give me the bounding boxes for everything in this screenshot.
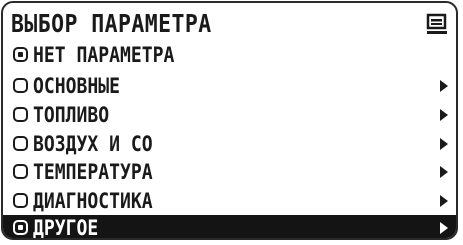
menu-item-label: ТОПЛИВО (33, 103, 110, 127)
radio-icon (13, 136, 28, 151)
menu-item-label: ОСНОВНЫЕ (33, 74, 120, 98)
submenu-arrow-icon (440, 166, 448, 178)
submenu-arrow-icon (440, 222, 448, 234)
radio-icon (13, 164, 28, 179)
title-bar: ВЫБОР ПАРАМЕТРА (9, 9, 448, 39)
radio-icon (13, 107, 28, 122)
menu-item-air-co[interactable]: ВОЗДУХ И СО (7, 131, 452, 157)
menu-item-basic[interactable]: ОСНОВНЫЕ (7, 73, 452, 99)
submenu-arrow-icon (440, 138, 448, 150)
radio-icon (13, 78, 28, 93)
radio-icon (13, 193, 28, 208)
menu-item-temperature[interactable]: ТЕМПЕРАТУРА (7, 159, 452, 185)
page-title: ВЫБОР ПАРАМЕТРА (11, 9, 212, 38)
submenu-arrow-icon (440, 80, 448, 92)
menu-item-label: ВОЗДУХ И СО (33, 132, 153, 156)
submenu-arrow-icon (440, 109, 448, 121)
menu-item-label: ДРУГОЕ (33, 216, 99, 240)
menu-item-label: ДИАГНОСТИКА (33, 189, 153, 213)
lcd-screen: ВЫБОР ПАРАМЕТРА НЕТ ПАРАМЕТРА ОСНОВНЫЕ Т… (1, 1, 458, 240)
menu-list-icon[interactable] (426, 13, 448, 35)
radio-checked-icon (13, 220, 28, 235)
menu-item-label: ТЕМПЕРАТУРА (33, 160, 153, 184)
menu-item-no-parameter[interactable]: НЕТ ПАРАМЕТРА (7, 42, 452, 68)
menu-item-label: НЕТ ПАРАМЕТРА (33, 43, 175, 67)
menu-item-diagnostics[interactable]: ДИАГНОСТИКА (7, 188, 452, 214)
menu-item-other[interactable]: ДРУГОЕ (3, 215, 456, 240)
menu-item-fuel[interactable]: ТОПЛИВО (7, 102, 452, 128)
radio-checked-icon (13, 47, 28, 62)
submenu-arrow-icon (440, 195, 448, 207)
